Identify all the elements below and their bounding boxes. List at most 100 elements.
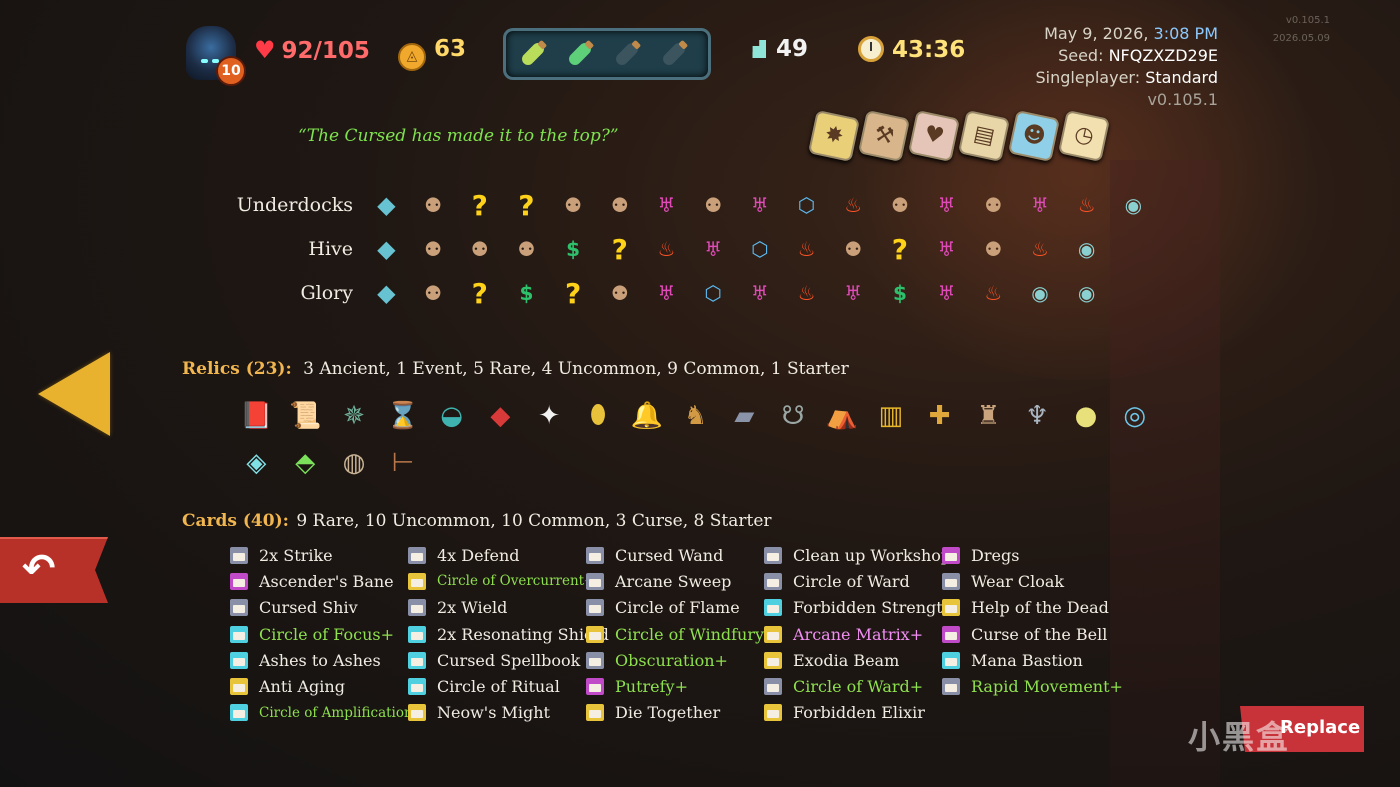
floor-display[interactable]: 49 [746,36,808,62]
card-entry[interactable]: Ascender's Bane [230,568,424,594]
card-entry[interactable]: Die Together [586,700,777,726]
teal-potion-icon[interactable] [563,37,597,71]
rest-node-icon[interactable]: ♨ [783,276,830,310]
elite-node-icon[interactable]: ♅ [737,276,784,310]
monster-node-icon[interactable]: ⚉ [690,188,737,222]
card-entry[interactable]: Arcane Sweep [586,568,777,594]
boss-node-icon[interactable]: ◉ [1063,276,1110,310]
card-entry[interactable]: Cursed Spellbook [408,647,609,673]
card-entry[interactable]: 2x Wield [408,595,609,621]
merchant-node-icon[interactable]: $ [877,276,924,310]
elite-node-icon[interactable]: ♅ [1017,188,1064,222]
treasure-node-icon[interactable]: ⬡ [737,232,784,266]
rest-node-icon[interactable]: ♨ [783,232,830,266]
explosion-modifier-icon[interactable]: ✸ [807,109,861,163]
ancient-node-icon[interactable]: ◆ [363,188,410,222]
unknown-node-icon[interactable]: ? [877,232,924,266]
boss-node-icon[interactable]: ◉ [1063,232,1110,266]
card-entry[interactable]: Circle of Amplification+ [230,700,424,726]
card-entry[interactable]: Mana Bastion [942,647,1123,673]
belt-relic-icon[interactable]: ▥ [866,392,915,439]
rest-node-icon[interactable]: ♨ [830,188,877,222]
boss-node-icon[interactable]: ◉ [1017,276,1064,310]
elite-node-icon[interactable]: ♅ [830,276,877,310]
monster-node-icon[interactable]: ⚉ [456,232,503,266]
ancient-node-icon[interactable]: ◆ [363,276,410,310]
card-entry[interactable]: Curse of the Bell [942,621,1123,647]
elite-node-icon[interactable]: ♅ [643,276,690,310]
hp-display[interactable]: ♥ 92/105 [254,36,370,64]
anvil-relic-icon[interactable]: ▰ [720,392,769,439]
card-entry[interactable]: Anti Aging [230,673,424,699]
elite-node-icon[interactable]: ♅ [923,276,970,310]
elite-node-icon[interactable]: ♅ [643,188,690,222]
rest-node-icon[interactable]: ♨ [970,276,1017,310]
hammer-modifier-icon[interactable]: ⚒ [857,109,911,163]
dreamcatcher-relic-icon[interactable]: ✵ [330,392,379,439]
card-entry[interactable]: Circle of Focus+ [230,621,424,647]
elite-node-icon[interactable]: ♅ [690,232,737,266]
empty-potion-slot-icon[interactable] [610,37,644,71]
card-entry[interactable]: Circle of Windfury+ [586,621,777,647]
book-stack-modifier-icon[interactable]: ▤ [957,109,1011,163]
card-entry[interactable]: Exodia Beam [764,647,953,673]
card-entry[interactable]: Clean up Workshop [764,542,953,568]
treasure-node-icon[interactable]: ⬡ [690,276,737,310]
card-entry[interactable]: Neow's Might [408,700,609,726]
black-lantern-relic-icon[interactable]: ⬘ [281,439,330,486]
monster-node-icon[interactable]: ⚉ [596,188,643,222]
card-entry[interactable]: Circle of Ward+ [764,673,953,699]
card-entry[interactable]: Arcane Matrix+ [764,621,953,647]
back-button[interactable]: ↶ [0,537,108,603]
card-entry[interactable]: 2x Resonating Shield [408,621,609,647]
rest-node-icon[interactable]: ♨ [1017,232,1064,266]
newtons-cradle-relic-icon[interactable]: ☋ [769,392,818,439]
monster-node-icon[interactable]: ⚉ [830,232,877,266]
card-entry[interactable]: Forbidden Elixir [764,700,953,726]
hourglass-relic-icon[interactable]: ⌛ [378,392,427,439]
ancient-node-icon[interactable]: ◆ [363,232,410,266]
card-entry[interactable]: 2x Strike [230,542,424,568]
pear-relic-icon[interactable]: ● [1062,392,1111,439]
rest-node-icon[interactable]: ♨ [643,232,690,266]
unknown-node-icon[interactable]: ? [456,276,503,310]
monster-node-icon[interactable]: ⚉ [596,276,643,310]
heart-modifier-icon[interactable]: ♥ [907,109,961,163]
vajra-relic-icon[interactable]: ✚ [915,392,964,439]
card-entry[interactable]: Help of the Dead [942,595,1123,621]
boss-node-icon[interactable]: ◉ [1110,188,1157,222]
seed-pouch-relic-icon[interactable]: ◍ [330,439,379,486]
lantern-relic-icon[interactable]: ♜ [964,392,1013,439]
bell-relic-icon[interactable]: 🔔 [622,392,671,439]
empty-potion-slot-icon[interactable] [657,37,691,71]
elite-node-icon[interactable]: ♅ [737,188,784,222]
wooden-tool-relic-icon[interactable]: ⊢ [378,439,427,486]
monster-node-icon[interactable]: ⚉ [410,232,457,266]
monster-node-icon[interactable]: ⚉ [503,232,550,266]
card-entry[interactable]: Cursed Shiv [230,595,424,621]
clock-modifier-icon[interactable]: ◷ [1057,109,1111,163]
unknown-node-icon[interactable]: ? [550,276,597,310]
monster-node-icon[interactable]: ⚉ [550,188,597,222]
run-timer[interactable]: 43:36 [858,36,965,63]
treasure-node-icon[interactable]: ⬡ [783,188,830,222]
unknown-node-icon[interactable]: ? [503,188,550,222]
chess-knight-relic-icon[interactable]: ♞ [671,392,720,439]
card-entry[interactable]: Cursed Wand [586,542,777,568]
backpack-relic-icon[interactable]: ⛺ [818,392,867,439]
card-entry[interactable]: Ashes to Ashes [230,647,424,673]
card-entry[interactable]: Putrefy+ [586,673,777,699]
card-entry[interactable]: Circle of Ritual [408,673,609,699]
purple-tome-relic-icon[interactable]: 📕 [232,392,281,439]
previous-run-arrow[interactable] [38,352,110,436]
card-entry[interactable]: Forbidden Strength [764,595,953,621]
trident-relic-icon[interactable]: ♆ [1013,392,1062,439]
gem-disc-relic-icon[interactable]: ⬮ [574,392,623,439]
card-entry[interactable]: Obscuration+ [586,647,777,673]
merchant-node-icon[interactable]: $ [503,276,550,310]
unknown-node-icon[interactable]: ? [456,188,503,222]
bowl-relic-icon[interactable]: ◒ [427,392,476,439]
merchant-node-icon[interactable]: $ [550,232,597,266]
card-entry[interactable]: Rapid Movement+ [942,673,1123,699]
figure-modifier-icon[interactable]: ☻ [1007,109,1061,163]
